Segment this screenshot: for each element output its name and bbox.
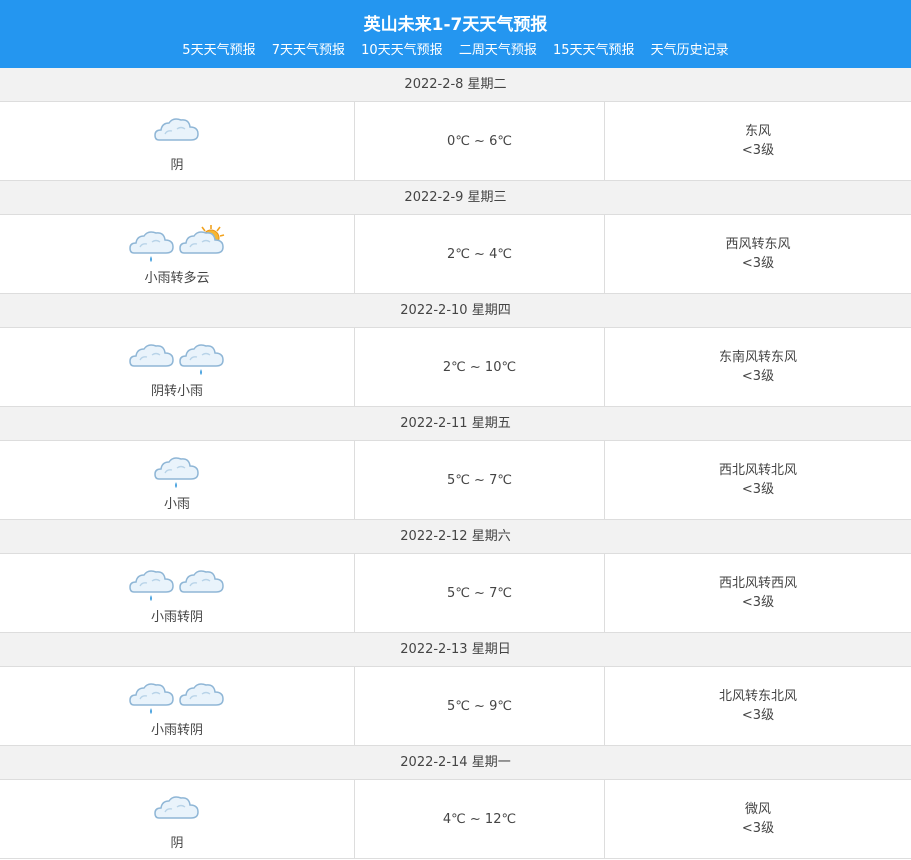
day-forecast-row: 阴 0℃ ~ 6℃ 东风 <3级 bbox=[0, 102, 911, 181]
weather-description: 阴 bbox=[170, 157, 184, 173]
nav-10-day[interactable]: 10天天气预报 bbox=[361, 43, 443, 58]
weather-icons bbox=[128, 336, 226, 378]
nav-2-week[interactable]: 二周天气预报 bbox=[459, 43, 537, 58]
weather-icons bbox=[153, 449, 201, 491]
weather-description: 小雨转阴 bbox=[150, 722, 203, 738]
wind-level: <3级 bbox=[741, 143, 775, 158]
weather-cell: 小雨 bbox=[0, 441, 355, 519]
wind-direction: 北风转东北风 bbox=[718, 689, 797, 704]
wind-level: <3级 bbox=[741, 482, 775, 497]
nav-5-day[interactable]: 5天天气预报 bbox=[182, 43, 255, 58]
light-rain-icon bbox=[128, 675, 176, 717]
nav-7-day[interactable]: 7天天气预报 bbox=[272, 43, 345, 58]
day-forecast-row: 阴转小雨 2℃ ~ 10℃ 东南风转东风 <3级 bbox=[0, 328, 911, 407]
day-date-header: 2022-2-14 星期一 bbox=[0, 746, 911, 780]
wind-cell: 东风 <3级 bbox=[605, 102, 911, 180]
light-rain-icon bbox=[128, 562, 176, 604]
day-date-header: 2022-2-13 星期日 bbox=[0, 633, 911, 667]
wind-cell: 北风转东北风 <3级 bbox=[605, 667, 911, 745]
day-forecast-row: 小雨转多云 2℃ ~ 4℃ 西风转东风 <3级 bbox=[0, 215, 911, 294]
wind-direction: 西北风转西风 bbox=[718, 576, 797, 591]
forecast-header: 英山未来1-7天天气预报 5天天气预报 7天天气预报 10天天气预报 二周天气预… bbox=[0, 0, 911, 68]
day-forecast-row: 阴 4℃ ~ 12℃ 微风 <3级 bbox=[0, 780, 911, 859]
weather-cell: 阴 bbox=[0, 780, 355, 858]
day-date-header: 2022-2-8 星期二 bbox=[0, 68, 911, 102]
weather-description: 阴转小雨 bbox=[150, 383, 203, 399]
wind-direction: 微风 bbox=[744, 802, 771, 817]
light-rain-icon bbox=[178, 336, 226, 378]
weather-icons bbox=[128, 223, 226, 265]
temperature-range: 2℃ ~ 4℃ bbox=[355, 215, 605, 293]
weather-description: 小雨转多云 bbox=[144, 270, 210, 286]
day-date-header: 2022-2-10 星期四 bbox=[0, 294, 911, 328]
weather-cell: 阴转小雨 bbox=[0, 328, 355, 406]
temperature-range: 5℃ ~ 9℃ bbox=[355, 667, 605, 745]
wind-direction: 东南风转东风 bbox=[718, 350, 797, 365]
wind-cell: 西北风转北风 <3级 bbox=[605, 441, 911, 519]
day-date-header: 2022-2-11 星期五 bbox=[0, 407, 911, 441]
wind-direction: 西风转东风 bbox=[725, 237, 791, 252]
day-forecast-row: 小雨转阴 5℃ ~ 9℃ 北风转东北风 <3级 bbox=[0, 667, 911, 746]
wind-level: <3级 bbox=[741, 821, 775, 836]
wind-direction: 西北风转北风 bbox=[718, 463, 797, 478]
nav-15-day[interactable]: 15天天气预报 bbox=[553, 43, 635, 58]
day-forecast-row: 小雨 5℃ ~ 7℃ 西北风转北风 <3级 bbox=[0, 441, 911, 520]
weather-icons bbox=[128, 562, 226, 604]
weather-icons bbox=[153, 788, 201, 830]
weather-cell: 阴 bbox=[0, 102, 355, 180]
day-date-header: 2022-2-12 星期六 bbox=[0, 520, 911, 554]
overcast-icon bbox=[153, 788, 201, 830]
overcast-icon bbox=[178, 562, 226, 604]
weather-icons bbox=[153, 110, 201, 152]
temperature-range: 0℃ ~ 6℃ bbox=[355, 102, 605, 180]
temperature-range: 4℃ ~ 12℃ bbox=[355, 780, 605, 858]
weather-cell: 小雨转阴 bbox=[0, 554, 355, 632]
page-title: 英山未来1-7天天气预报 bbox=[363, 15, 548, 35]
overcast-icon bbox=[153, 110, 201, 152]
overcast-icon bbox=[178, 675, 226, 717]
partly-cloudy-icon bbox=[178, 223, 226, 265]
weather-cell: 小雨转阴 bbox=[0, 667, 355, 745]
wind-direction: 东风 bbox=[744, 124, 771, 139]
weather-cell: 小雨转多云 bbox=[0, 215, 355, 293]
wind-level: <3级 bbox=[741, 708, 775, 723]
weather-description: 阴 bbox=[170, 835, 184, 851]
temperature-range: 2℃ ~ 10℃ bbox=[355, 328, 605, 406]
weather-icons bbox=[128, 675, 226, 717]
wind-level: <3级 bbox=[741, 256, 775, 271]
weather-description: 小雨 bbox=[163, 496, 190, 512]
light-rain-icon bbox=[153, 449, 201, 491]
nav-history[interactable]: 天气历史记录 bbox=[651, 43, 729, 58]
day-forecast-row: 小雨转阴 5℃ ~ 7℃ 西北风转西风 <3级 bbox=[0, 554, 911, 633]
wind-cell: 西北风转西风 <3级 bbox=[605, 554, 911, 632]
overcast-icon bbox=[128, 336, 176, 378]
forecast-list: 2022-2-8 星期二阴 0℃ ~ 6℃ 东风 <3级 2022-2-9 星期三 小雨转… bbox=[0, 68, 911, 859]
wind-cell: 西风转东风 <3级 bbox=[605, 215, 911, 293]
wind-cell: 微风 <3级 bbox=[605, 780, 911, 858]
wind-cell: 东南风转东风 <3级 bbox=[605, 328, 911, 406]
wind-level: <3级 bbox=[741, 595, 775, 610]
wind-level: <3级 bbox=[741, 369, 775, 384]
temperature-range: 5℃ ~ 7℃ bbox=[355, 554, 605, 632]
forecast-nav: 5天天气预报 7天天气预报 10天天气预报 二周天气预报 15天天气预报 天气历… bbox=[0, 42, 911, 60]
weather-description: 小雨转阴 bbox=[150, 609, 203, 625]
day-date-header: 2022-2-9 星期三 bbox=[0, 181, 911, 215]
temperature-range: 5℃ ~ 7℃ bbox=[355, 441, 605, 519]
light-rain-icon bbox=[128, 223, 176, 265]
